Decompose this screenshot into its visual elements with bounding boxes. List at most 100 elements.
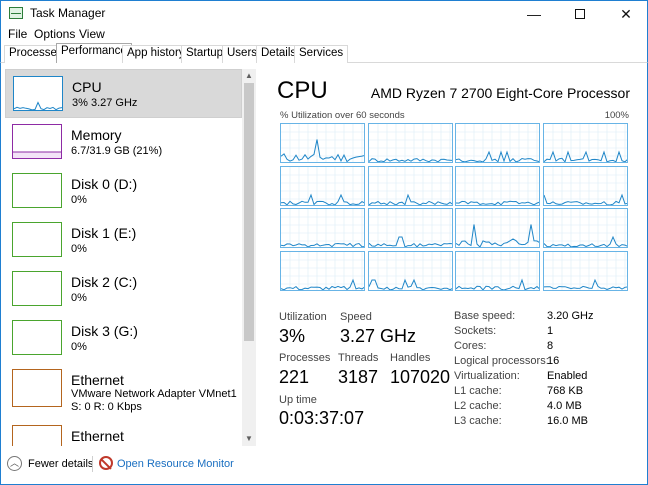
minimize-button[interactable]: — xyxy=(511,1,557,27)
sidebar-item-subtitle: 0% xyxy=(71,341,87,353)
graph-max-label: 100% xyxy=(604,110,629,121)
sidebar-item-ethernet-vmnet1[interactable]: Ethernet VMware Network Adapter VMnet1 S… xyxy=(5,363,242,419)
maximize-icon xyxy=(575,9,585,19)
logical-processor-graph xyxy=(367,123,453,163)
resource-monitor-icon[interactable] xyxy=(99,456,113,470)
sockets-label: Sockets: xyxy=(454,325,497,337)
disk-thumbnail-graph xyxy=(12,173,62,208)
cores-value: 8 xyxy=(547,340,554,352)
logical-processor-graph xyxy=(280,165,365,206)
sidebar-item-title: Ethernet xyxy=(71,372,124,388)
footer-bar: ︿ Fewer details Open Resource Monitor xyxy=(1,448,647,484)
logical-processor-graph xyxy=(455,208,540,248)
page-title: CPU xyxy=(277,77,328,104)
sidebar-scrollbar[interactable]: ▲ ▼ xyxy=(242,69,256,446)
sidebar-item-title: Memory xyxy=(71,127,122,143)
disk-thumbnail-graph xyxy=(12,271,62,306)
title-bar: Task Manager — ✕ xyxy=(0,0,648,26)
sidebar-item-cpu[interactable]: CPU 3% 3.27 GHz xyxy=(5,69,242,118)
tab-app-history[interactable]: App history xyxy=(122,45,190,63)
sidebar-item-title: CPU xyxy=(72,79,102,95)
sidebar-item-disk-0[interactable]: Disk 0 (D:) 0% xyxy=(5,167,242,216)
maximize-button[interactable] xyxy=(557,1,603,27)
close-button[interactable]: ✕ xyxy=(603,1,648,27)
threads-value: 3187 xyxy=(338,367,379,387)
virtualization-label: Virtualization: xyxy=(454,370,520,382)
sidebar-item-title: Disk 3 (G:) xyxy=(71,323,138,339)
handles-label: Handles xyxy=(390,352,431,364)
window-title: Task Manager xyxy=(30,6,106,20)
logical-processor-graph xyxy=(455,123,540,163)
resource-list: CPU 3% 3.27 GHz Memory 6.7/31.9 GB (21%)… xyxy=(5,69,242,446)
uptime-value: 0:03:37:07 xyxy=(279,408,365,428)
logical-processor-graph xyxy=(367,208,453,248)
uptime-label: Up time xyxy=(279,394,317,406)
speed-label: Speed xyxy=(340,311,372,323)
open-resource-monitor-link[interactable]: Open Resource Monitor xyxy=(117,458,234,470)
utilization-label: Utilization xyxy=(279,311,327,323)
chevron-up-icon[interactable]: ︿ xyxy=(7,456,22,471)
menu-view[interactable]: View xyxy=(79,27,105,41)
sidebar-item-subtitle: 0% xyxy=(71,292,87,304)
sidebar-item-title: Disk 1 (E:) xyxy=(71,225,137,241)
sidebar-item-ethernet[interactable]: Ethernet xyxy=(5,419,242,446)
base-speed-value: 3.20 GHz xyxy=(547,310,594,322)
scroll-down-icon[interactable]: ▼ xyxy=(242,432,256,446)
threads-label: Threads xyxy=(338,352,379,364)
menu-options[interactable]: Options xyxy=(34,27,75,41)
cores-label: Cores: xyxy=(454,340,487,352)
tab-bar: Processes Performance App history Startu… xyxy=(0,43,648,63)
processor-name: AMD Ryzen 7 2700 Eight-Core Processor xyxy=(370,85,630,101)
sidebar-item-disk-1[interactable]: Disk 1 (E:) 0% xyxy=(5,216,242,265)
sidebar-item-subtitle: VMware Network Adapter VMnet1 xyxy=(71,388,237,400)
processes-label: Processes xyxy=(279,352,331,364)
l3-cache-value: 16.0 MB xyxy=(547,415,588,427)
logical-processor-graph xyxy=(542,165,628,206)
utilization-value: 3% xyxy=(279,326,306,346)
base-speed-label: Base speed: xyxy=(454,310,516,322)
footer-divider xyxy=(92,456,93,472)
scroll-up-icon[interactable]: ▲ xyxy=(242,69,256,83)
sidebar-item-title: Disk 0 (D:) xyxy=(71,176,138,192)
virtualization-value: Enabled xyxy=(547,370,588,382)
memory-thumbnail-graph xyxy=(12,124,62,159)
sidebar-item-disk-3[interactable]: Disk 3 (G:) 0% xyxy=(5,314,242,363)
speed-value: 3.27 GHz xyxy=(340,326,417,346)
logical-processor-graph xyxy=(542,208,628,248)
disk-thumbnail-graph xyxy=(12,320,62,355)
logical-processors-label: Logical processors: xyxy=(454,355,549,367)
ethernet-thumbnail-graph xyxy=(12,425,62,446)
logical-processor-graph xyxy=(542,250,628,291)
menu-file[interactable]: File xyxy=(8,27,27,41)
l2-cache-label: L2 cache: xyxy=(454,400,502,412)
logical-processor-graph xyxy=(280,208,365,248)
logical-processor-graph xyxy=(455,250,540,291)
handles-value: 107020 xyxy=(390,367,451,387)
sidebar-item-memory[interactable]: Memory 6.7/31.9 GB (21%) xyxy=(5,118,242,167)
disk-thumbnail-graph xyxy=(12,222,62,257)
sidebar-item-title: Ethernet xyxy=(71,428,124,444)
logical-processors-value: 16 xyxy=(547,355,560,367)
logical-processor-graph xyxy=(280,250,365,291)
sidebar-item-subtitle: 0% xyxy=(71,243,87,255)
logical-processor-graph xyxy=(542,123,628,163)
l1-cache-value: 768 KB xyxy=(547,385,584,397)
logical-processor-graph xyxy=(367,165,453,206)
performance-panel: CPU 3% 3.27 GHz Memory 6.7/31.9 GB (21%)… xyxy=(0,63,648,485)
sidebar-item-title: Disk 2 (C:) xyxy=(71,274,138,290)
scrollbar-thumb[interactable] xyxy=(244,83,254,341)
cpu-detail-pane: CPU AMD Ryzen 7 2700 Eight-Core Processo… xyxy=(263,63,647,463)
processes-value: 221 xyxy=(279,367,310,387)
l1-cache-label: L1 cache: xyxy=(454,385,502,397)
l2-cache-value: 4.0 MB xyxy=(547,400,582,412)
sidebar-item-disk-2[interactable]: Disk 2 (C:) 0% xyxy=(5,265,242,314)
cpu-thumbnail-graph xyxy=(13,76,63,111)
tab-services[interactable]: Services xyxy=(294,45,349,63)
logical-processor-graphs xyxy=(280,123,629,291)
graph-axis-label: % Utilization over 60 seconds xyxy=(280,110,405,121)
sidebar-item-subtitle: 6.7/31.9 GB (21%) xyxy=(71,145,163,157)
sidebar-item-subtitle: 0% xyxy=(71,194,87,206)
logical-processor-graph xyxy=(455,165,540,206)
tab-performance[interactable]: Performance xyxy=(56,43,132,63)
fewer-details-link[interactable]: Fewer details xyxy=(28,458,93,470)
